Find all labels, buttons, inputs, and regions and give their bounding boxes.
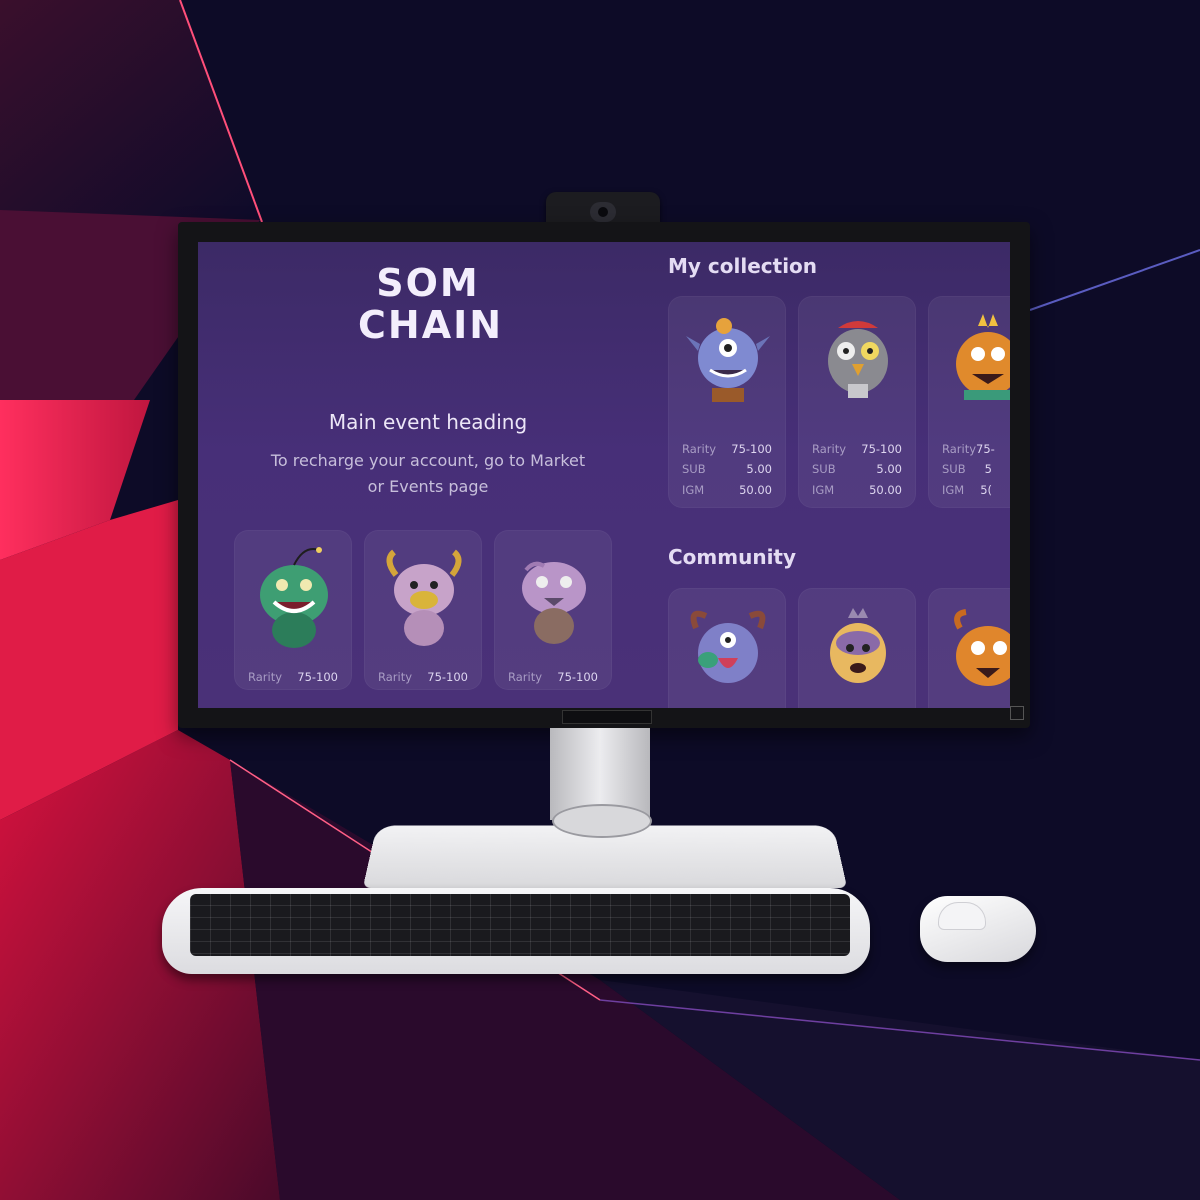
rarity-value: 75-100 <box>297 670 338 684</box>
screen: SOM CHAIN Main event heading To recharge… <box>198 242 1010 708</box>
keyboard[interactable] <box>162 888 870 974</box>
rarity-value: 75-100 <box>557 670 598 684</box>
igm-value: 50.00 <box>739 483 772 497</box>
stand-ring <box>552 804 652 838</box>
rarity-row: Rarity 75-100 <box>378 670 468 684</box>
monitor-logo-plate <box>562 710 652 724</box>
community-card[interactable] <box>798 588 916 708</box>
collection-card[interactable]: Rarity 75-100 SUB 5.00 IGM 50.00 <box>798 296 916 508</box>
creature-image <box>260 547 328 648</box>
sub-row: SUB 5 <box>942 462 1010 476</box>
igm-value: 50.00 <box>869 483 902 497</box>
sub-label: SUB <box>682 462 706 476</box>
igm-row: IGM 50.00 <box>682 483 772 497</box>
igm-label: IGM <box>682 483 705 497</box>
event-card[interactable]: Rarity 75-100 <box>364 530 482 690</box>
rarity-row: Rarity 75- <box>942 442 1010 456</box>
sub-value: 5.00 <box>876 462 902 476</box>
creature-image <box>828 321 888 398</box>
sub-row: SUB 5.00 <box>812 462 902 476</box>
keyboard-keys[interactable] <box>190 894 850 956</box>
monitor: SOM CHAIN Main event heading To recharge… <box>178 222 1030 728</box>
rarity-label: Rarity <box>378 670 413 684</box>
power-button[interactable] <box>1010 706 1024 720</box>
sub-value: 5 <box>984 462 992 476</box>
creature-image <box>686 318 770 402</box>
rarity-label: Rarity <box>942 442 977 456</box>
creature-image <box>690 610 766 683</box>
sub-label: SUB <box>812 462 836 476</box>
community-card[interactable] <box>928 588 1010 708</box>
igm-row: IGM 5( <box>942 483 1010 497</box>
rarity-label: Rarity <box>812 442 847 456</box>
collection-card[interactable]: Rarity 75-100 SUB 5.00 IGM 50.00 <box>668 296 786 508</box>
rarity-label: Rarity <box>682 442 717 456</box>
rarity-label: Rarity <box>508 670 543 684</box>
igm-value: 5( <box>980 483 992 497</box>
sub-value: 5.00 <box>746 462 772 476</box>
mouse-buttons[interactable] <box>938 902 986 930</box>
my-collection-title: My collection <box>668 254 818 278</box>
brand-logo[interactable]: SOM CHAIN <box>358 261 504 347</box>
rarity-row: Rarity 75-100 <box>508 670 598 684</box>
mouse[interactable] <box>920 896 1036 962</box>
rarity-value: 75-100 <box>861 442 902 456</box>
creature-image <box>954 609 1010 686</box>
sub-label: SUB <box>942 462 966 476</box>
sub-row: SUB 5.00 <box>682 462 772 476</box>
rarity-row: Rarity 75-100 <box>812 442 902 456</box>
collection-card[interactable]: Rarity 75- SUB 5 IGM 5( <box>928 296 1010 508</box>
brand-line-2: CHAIN <box>358 303 504 347</box>
rarity-row: Rarity 75-100 <box>248 670 338 684</box>
event-card[interactable]: Rarity 75-100 <box>234 530 352 690</box>
rarity-value: 75-100 <box>731 442 772 456</box>
rarity-value: 75- <box>976 442 995 456</box>
rarity-value: 75-100 <box>427 670 468 684</box>
rarity-label: Rarity <box>248 670 283 684</box>
event-subtext: To recharge your account, go to Market o… <box>270 451 586 496</box>
creature-image <box>956 314 1010 400</box>
webcam-lens <box>590 202 616 222</box>
igm-row: IGM 50.00 <box>812 483 902 497</box>
event-card[interactable]: Rarity 75-100 <box>494 530 612 690</box>
rarity-row: Rarity 75-100 <box>682 442 772 456</box>
community-card[interactable] <box>668 588 786 708</box>
creature-image <box>522 561 586 644</box>
creature-image <box>830 608 886 683</box>
brand-line-1: SOM <box>376 261 480 305</box>
community-title: Community <box>668 545 797 569</box>
igm-label: IGM <box>942 483 965 497</box>
igm-label: IGM <box>812 483 835 497</box>
event-heading: Main event heading <box>328 410 528 434</box>
creature-image <box>386 549 462 646</box>
